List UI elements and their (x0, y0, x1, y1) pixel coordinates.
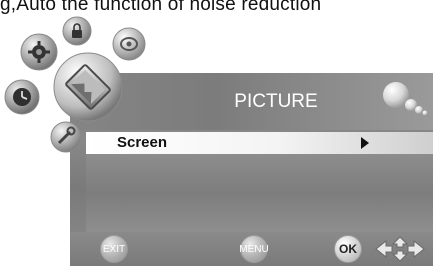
picture-icon (53, 52, 123, 122)
lock-bubble[interactable] (62, 16, 92, 46)
bubbles-icon (383, 82, 428, 116)
navigation-arrows-icon[interactable] (374, 236, 426, 262)
picture-bubble[interactable] (52, 51, 124, 123)
caption-text: g,Auto the function of noise reduction (0, 0, 322, 15)
menu-content-area (86, 154, 433, 232)
tools-bubble[interactable] (50, 121, 82, 153)
exit-button[interactable]: EXIT (100, 235, 128, 263)
menu-button[interactable]: MENU (239, 235, 269, 263)
menu-item-label: Screen (117, 134, 168, 151)
clock-icon (4, 79, 40, 115)
menu-title: PICTURE (234, 91, 318, 112)
ok-button[interactable]: OK (334, 235, 362, 263)
submenu-arrow-icon (361, 137, 369, 149)
lock-icon (62, 16, 92, 46)
tools-icon (50, 121, 82, 153)
clock-bubble[interactable] (4, 79, 40, 115)
